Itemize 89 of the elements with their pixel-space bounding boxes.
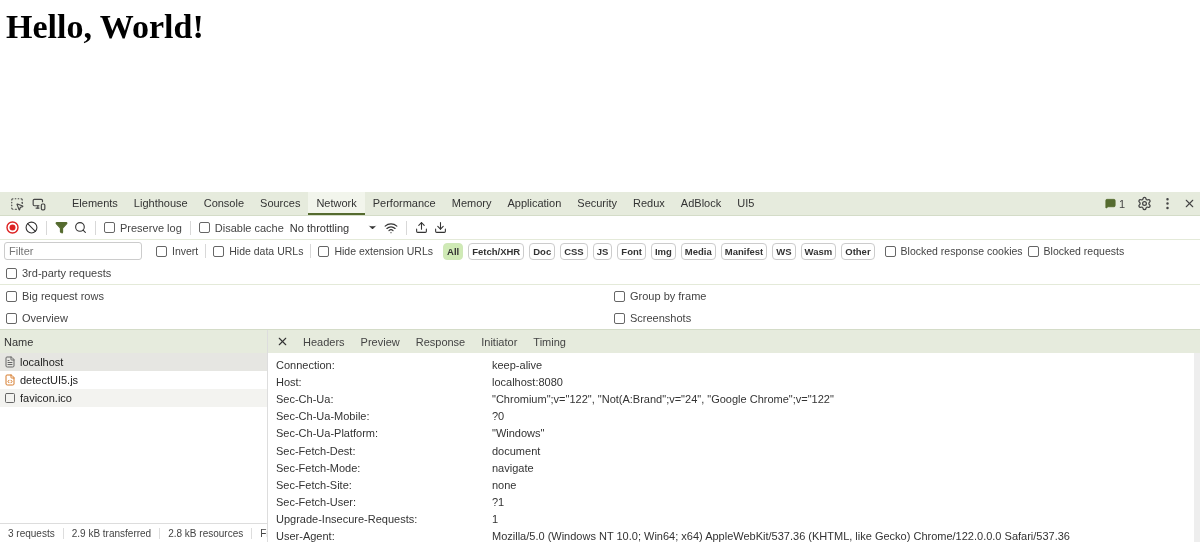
type-filter-chip[interactable]: Other — [841, 242, 875, 260]
column-header: Name — [4, 335, 34, 348]
request-row[interactable]: favicon.ico — [0, 389, 267, 407]
type-filter-chip[interactable]: Manifest — [720, 242, 768, 260]
type-filter-chip[interactable]: Fetch/XHR — [468, 242, 525, 260]
close-icon[interactable] — [276, 335, 289, 348]
checkbox[interactable]: Hide data URLs — [213, 245, 304, 257]
type-filter-chip[interactable]: WS — [772, 242, 796, 260]
filter-icon[interactable] — [55, 221, 68, 234]
device-toolbar-icon[interactable] — [32, 196, 46, 211]
type-filter-chip[interactable]: Img — [650, 242, 676, 260]
detail-tab[interactable]: Initiator — [473, 335, 526, 348]
panel-tab[interactable]: Performance — [364, 192, 444, 215]
filter-field[interactable]: Filter — [4, 242, 142, 260]
settings-icon[interactable] — [1137, 196, 1152, 211]
detail-tab[interactable]: Timing — [525, 335, 574, 348]
file-icon — [4, 392, 16, 404]
download-icon[interactable] — [434, 221, 448, 234]
request-row[interactable]: localhost — [0, 353, 267, 371]
header-name: User-Agent: — [276, 530, 336, 542]
upload-icon[interactable] — [415, 221, 429, 234]
status-text: 2.9 kB transferred — [63, 527, 161, 539]
header-name: Sec-Fetch-User: — [276, 496, 358, 509]
header-value: Mozilla/5.0 (Windows NT 10.0; Win64; x64) AppleWebKit/537.36 (KHTML, like Gecko) Chrome/122.0.0.0 Safari/537.36 — [492, 530, 1071, 542]
detail-tab[interactable]: Headers — [295, 335, 353, 348]
script-icon — [4, 374, 16, 386]
header-value: document — [492, 444, 542, 457]
header-name: Host: — [276, 375, 303, 388]
header-value: ?0 — [492, 410, 506, 423]
checkbox[interactable]: Big request rows — [6, 290, 104, 302]
record-icon[interactable] — [6, 221, 19, 234]
search-icon[interactable] — [74, 221, 87, 234]
type-filter-chip[interactable]: All — [443, 242, 464, 260]
header-value: "Chromium";v="122", "Not(A:Brand";v="24", "Google Chrome";v="122" — [492, 392, 835, 405]
header-value: keep-alive — [492, 358, 544, 371]
header-name: Sec-Ch-Ua-Platform: — [276, 427, 380, 440]
header-name: Sec-Ch-Ua: — [276, 392, 335, 405]
checkbox[interactable]: Group by frame — [614, 290, 707, 302]
panel-tab[interactable]: Security — [569, 192, 626, 215]
detail-tab[interactable]: Response — [407, 335, 474, 348]
header-value: "Windows" — [492, 427, 546, 440]
checkbox[interactable]: Blocked response cookies — [884, 245, 1023, 257]
header-value: ?1 — [492, 496, 506, 509]
throttling-select[interactable]: No throttling — [289, 221, 379, 234]
header-value: localhost:8080 — [492, 375, 564, 388]
type-filter-chip[interactable]: Font — [617, 242, 646, 260]
checkbox[interactable]: Overview — [6, 312, 68, 324]
messages-badge[interactable]: 1 — [1096, 192, 1133, 215]
panel-tab[interactable]: AdBlock — [672, 192, 730, 215]
type-filter-chip[interactable]: Wasm — [800, 242, 837, 260]
type-filter-chip[interactable]: Media — [680, 242, 716, 260]
status-text: 2.8 kB resources — [160, 527, 253, 539]
checkbox[interactable]: 3rd-party requests — [6, 267, 112, 279]
checkbox[interactable]: Invert — [156, 245, 199, 257]
inspect-icon[interactable] — [10, 196, 24, 211]
header-name: Sec-Ch-Ua-Mobile: — [276, 410, 371, 423]
header-value: 1 — [492, 513, 500, 526]
checkbox[interactable]: Screenshots — [614, 312, 692, 324]
panel-tab[interactable]: Console — [195, 192, 253, 215]
close-icon[interactable] — [1183, 197, 1196, 210]
type-filter-chip[interactable]: Doc — [529, 242, 556, 260]
panel-tab[interactable]: Lighthouse — [125, 192, 196, 215]
document-icon — [4, 356, 16, 368]
status-text: Fi — [252, 527, 267, 539]
status-text: 3 requests — [0, 527, 64, 539]
checkbox[interactable]: Preserve log — [104, 221, 182, 234]
header-value: navigate — [492, 461, 535, 474]
panel-tab[interactable]: Elements — [64, 192, 126, 215]
header-name: Sec-Fetch-Site: — [276, 478, 353, 491]
panel-tab[interactable]: Application — [499, 192, 570, 215]
header-name: Sec-Fetch-Dest: — [276, 444, 357, 457]
panel-tab[interactable]: Sources — [252, 192, 309, 215]
panel-tab[interactable]: Network — [308, 192, 365, 215]
checkbox[interactable]: Disable cache — [198, 221, 284, 234]
detail-tab[interactable]: Preview — [352, 335, 408, 348]
header-name: Sec-Fetch-Mode: — [276, 461, 362, 474]
header-name: Connection: — [276, 358, 336, 371]
checkbox[interactable]: Hide extension URLs — [318, 245, 434, 257]
clear-icon[interactable] — [25, 221, 38, 234]
network-conditions-icon[interactable] — [384, 220, 399, 235]
header-name: Upgrade-Insecure-Requests: — [276, 513, 419, 526]
type-filter-chip[interactable]: CSS — [560, 242, 588, 260]
panel-tab[interactable]: Redux — [625, 192, 673, 215]
header-value: none — [492, 478, 518, 491]
page-heading: Hello, World! — [6, 8, 205, 46]
type-filter-chip[interactable]: JS — [592, 242, 613, 260]
panel-tab[interactable]: Memory — [443, 192, 500, 215]
checkbox[interactable]: Blocked requests — [1027, 245, 1125, 257]
panel-tab[interactable]: UI5 — [729, 192, 763, 215]
